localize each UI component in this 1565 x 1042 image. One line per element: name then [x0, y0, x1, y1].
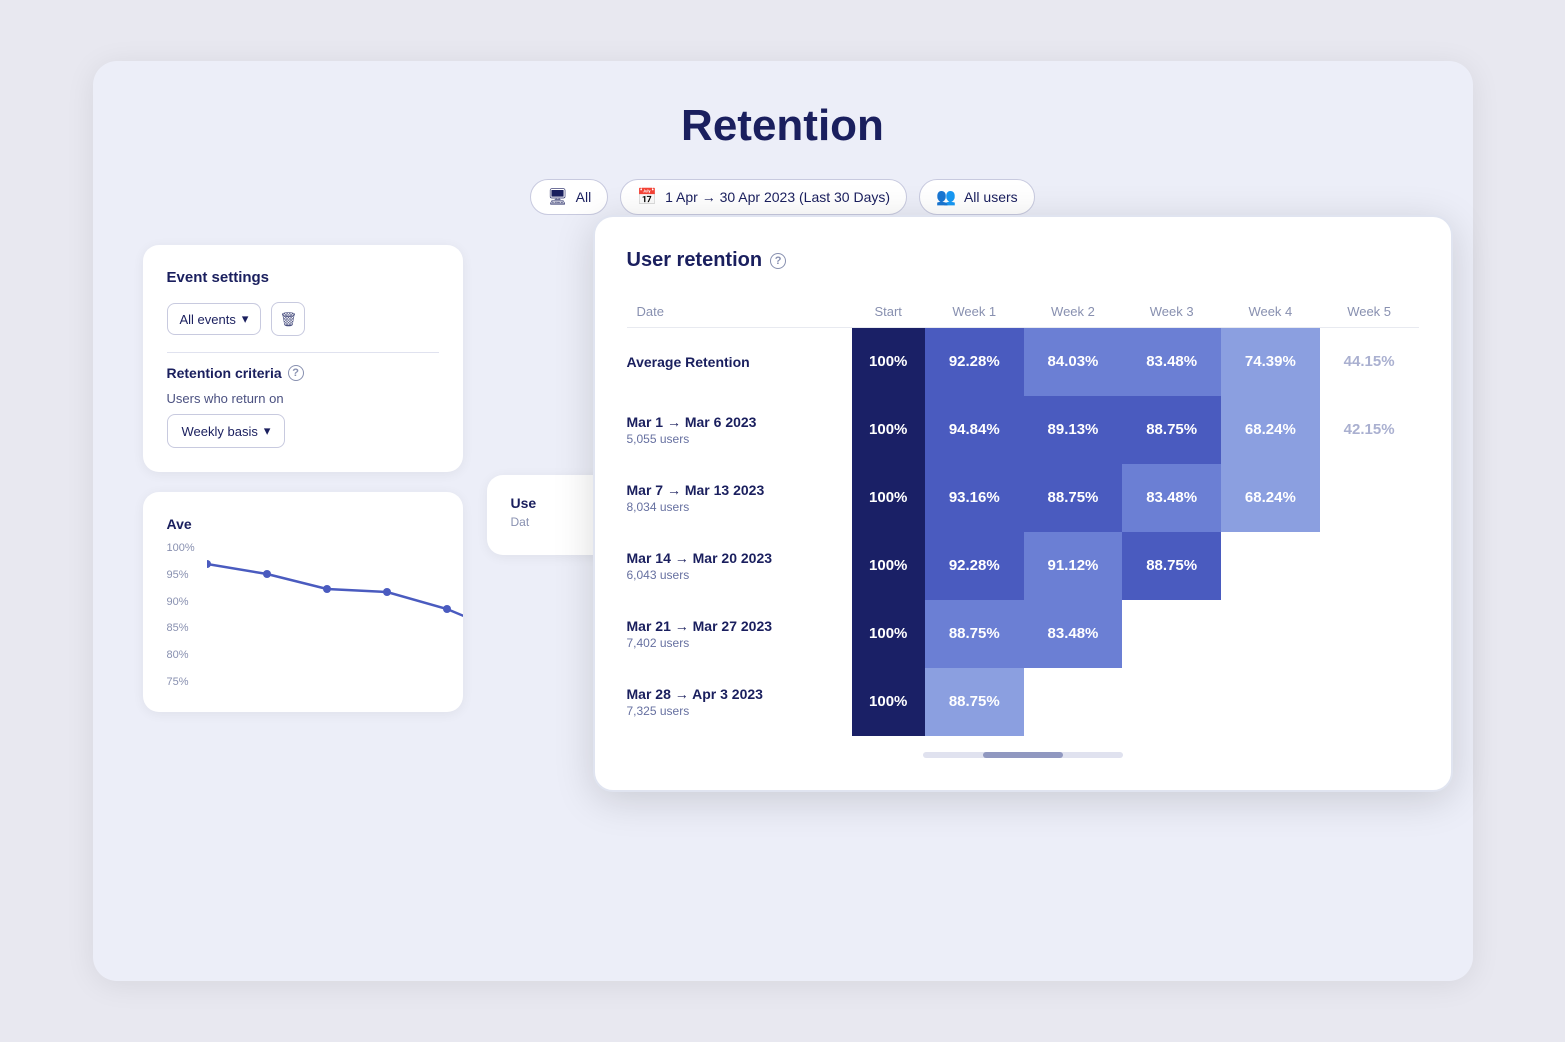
help-icon: ? — [288, 365, 304, 381]
avg-chart-svg — [207, 554, 463, 694]
event-settings-card: Event settings All events ▾ 🗑 Retention … — [143, 245, 463, 472]
chevron-down-icon-2: ▾ — [264, 423, 271, 439]
date-cell: Mar 21 → Mar 27 20237,402 users — [627, 600, 852, 668]
retention-header: User retention ? — [627, 249, 1419, 272]
table-row: Mar 1 → Mar 6 20235,055 users100%94.84%8… — [627, 396, 1419, 464]
col-week3: Week 3 — [1122, 296, 1221, 328]
retention-criteria-title: Retention criteria ? — [167, 365, 439, 381]
y-label-90: 90% — [167, 596, 195, 608]
retention-table: Date Start Week 1 Week 2 Week 3 Week 4 W… — [627, 296, 1419, 736]
y-axis-labels: 100% 95% 90% 85% 80% 75% — [167, 542, 195, 688]
return-on-label: Users who return on — [167, 391, 439, 406]
col-start: Start — [852, 296, 925, 328]
pct-cell — [1122, 668, 1221, 736]
retention-help-icon: ? — [770, 253, 786, 269]
scrollbar-track[interactable] — [923, 752, 1123, 758]
divider — [167, 352, 439, 353]
col-week5: Week 5 — [1320, 296, 1419, 328]
users-icon: 👥 — [936, 187, 956, 207]
page-title: Retention — [143, 101, 1423, 151]
avg-chart-title: Ave — [167, 516, 439, 532]
pct-cell: 68.24% — [1221, 464, 1320, 532]
y-label-95: 95% — [167, 569, 195, 581]
pct-cell — [1320, 600, 1419, 668]
table-row: Average Retention100%92.28%84.03%83.48%7… — [627, 328, 1419, 396]
event-settings-title: Event settings — [167, 269, 439, 286]
filter-users[interactable]: 👥 All users — [919, 179, 1035, 215]
pct-cell: 88.75% — [1122, 396, 1221, 464]
outer-card: Retention 🖥 All 📅 1 Apr → 30 Apr 2023 (L… — [93, 61, 1473, 981]
left-panel: Event settings All events ▾ 🗑 Retention … — [143, 245, 463, 955]
event-settings-row: All events ▾ 🗑 — [167, 302, 439, 336]
pct-cell — [1024, 668, 1123, 736]
filter-all[interactable]: 🖥 All — [530, 179, 608, 215]
pct-cell: 42.15% — [1320, 396, 1419, 464]
avg-chart-card: Ave 100% 95% 90% 85% 80% 75% — [143, 492, 463, 712]
pct-cell: 91.12% — [1024, 532, 1123, 600]
pct-cell: 100% — [852, 464, 925, 532]
pct-cell — [1320, 668, 1419, 736]
pct-cell — [1221, 668, 1320, 736]
date-cell: Mar 14 → Mar 20 20236,043 users — [627, 532, 852, 600]
table-row: Mar 7 → Mar 13 20238,034 users100%93.16%… — [627, 464, 1419, 532]
col-week4: Week 4 — [1221, 296, 1320, 328]
y-label-100: 100% — [167, 542, 195, 554]
delete-button[interactable]: 🗑 — [271, 302, 305, 336]
table-row: Mar 28 → Apr 3 20237,325 users100%88.75% — [627, 668, 1419, 736]
pct-cell: 100% — [852, 668, 925, 736]
pct-cell: 88.75% — [925, 600, 1024, 668]
pct-cell — [1122, 600, 1221, 668]
pct-cell: 88.75% — [1024, 464, 1123, 532]
pct-cell: 83.48% — [1122, 328, 1221, 396]
date-cell: Mar 1 → Mar 6 20235,055 users — [627, 396, 852, 464]
retention-card: User retention ? Date Start Week 1 Week … — [593, 215, 1453, 792]
pct-cell: 100% — [852, 396, 925, 464]
weekly-basis-dropdown[interactable]: Weekly basis ▾ — [167, 414, 286, 448]
all-events-dropdown[interactable]: All events ▾ — [167, 303, 262, 335]
col-week2: Week 2 — [1024, 296, 1123, 328]
col-date: Date — [627, 296, 852, 328]
pct-cell: 44.15% — [1320, 328, 1419, 396]
chevron-down-icon: ▾ — [242, 311, 249, 327]
col-week1: Week 1 — [925, 296, 1024, 328]
pct-cell — [1320, 464, 1419, 532]
pct-cell: 88.75% — [925, 668, 1024, 736]
y-label-85: 85% — [167, 622, 195, 634]
date-cell: Mar 7 → Mar 13 20238,034 users — [627, 464, 852, 532]
date-cell: Average Retention — [627, 328, 852, 396]
table-row: Mar 14 → Mar 20 20236,043 users100%92.28… — [627, 532, 1419, 600]
pct-cell — [1221, 532, 1320, 600]
main-content: Event settings All events ▾ 🗑 Retention … — [143, 245, 1423, 955]
table-header-row: Date Start Week 1 Week 2 Week 3 Week 4 W… — [627, 296, 1419, 328]
pct-cell: 88.75% — [1122, 532, 1221, 600]
y-label-80: 80% — [167, 649, 195, 661]
pct-cell: 83.48% — [1024, 600, 1123, 668]
pct-cell: 89.13% — [1024, 396, 1123, 464]
pct-cell: 100% — [852, 532, 925, 600]
pct-cell: 93.16% — [925, 464, 1024, 532]
pct-cell: 68.24% — [1221, 396, 1320, 464]
pct-cell — [1320, 532, 1419, 600]
pct-cell: 84.03% — [1024, 328, 1123, 396]
retention-title: User retention — [627, 249, 763, 272]
pct-cell: 74.39% — [1221, 328, 1320, 396]
date-cell: Mar 28 → Apr 3 20237,325 users — [627, 668, 852, 736]
pct-cell: 92.28% — [925, 328, 1024, 396]
pct-cell: 83.48% — [1122, 464, 1221, 532]
trash-icon: 🗑 — [280, 311, 298, 328]
y-label-75: 75% — [167, 676, 195, 688]
pct-cell — [1221, 600, 1320, 668]
pct-cell: 100% — [852, 328, 925, 396]
calendar-icon: 📅 — [637, 187, 657, 207]
pct-cell: 100% — [852, 600, 925, 668]
scrollbar-thumb[interactable] — [983, 752, 1063, 758]
filter-date[interactable]: 📅 1 Apr → 30 Apr 2023 (Last 30 Days) — [620, 179, 907, 215]
monitor-icon: 🖥 — [547, 187, 567, 207]
right-area: Use Dat User retention ? Date Start Week… — [487, 245, 1423, 955]
pct-cell: 94.84% — [925, 396, 1024, 464]
filter-bar: 🖥 All 📅 1 Apr → 30 Apr 2023 (Last 30 Day… — [143, 179, 1423, 215]
pct-cell: 92.28% — [925, 532, 1024, 600]
table-row: Mar 21 → Mar 27 20237,402 users100%88.75… — [627, 600, 1419, 668]
